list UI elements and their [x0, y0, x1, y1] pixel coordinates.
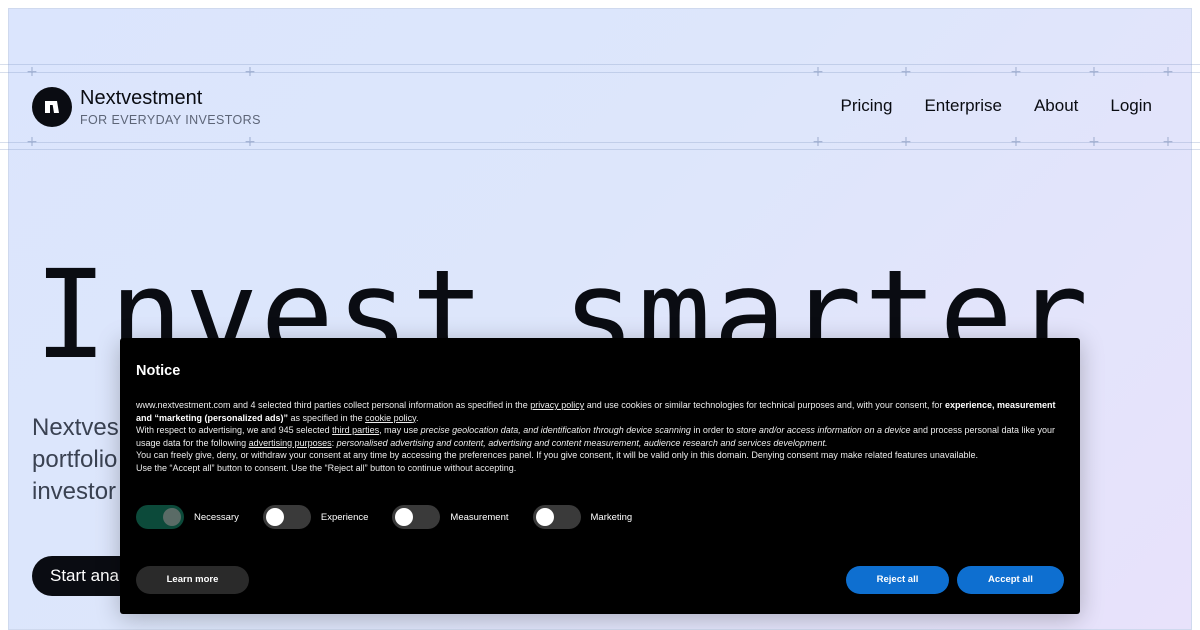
learn-more-button[interactable]: Learn more — [136, 566, 249, 594]
necessary-toggle[interactable] — [136, 505, 184, 529]
nav-link-about[interactable]: About — [1034, 96, 1078, 116]
notice-italic-text: store and/or access information on a dev… — [736, 425, 911, 435]
toggle-measurement-group: Measurement — [392, 505, 509, 529]
plus-icon: + — [26, 134, 38, 150]
accept-all-button[interactable]: Accept all — [957, 566, 1064, 594]
toggle-knob — [265, 508, 284, 526]
nav-link-pricing[interactable]: Pricing — [841, 96, 893, 116]
notice-title: Notice — [136, 363, 181, 379]
notice-text: as specified in the — [288, 412, 366, 423]
plus-icon: + — [1162, 134, 1174, 150]
third-parties-link[interactable]: third parties — [332, 425, 379, 435]
notice-text: , may use — [379, 425, 421, 435]
plus-icon: + — [1162, 64, 1174, 80]
toggle-marketing-group: Marketing — [532, 505, 633, 529]
plus-icon: + — [244, 134, 256, 150]
cookie-policy-link[interactable]: cookie policy — [365, 413, 416, 423]
plus-icon: + — [1088, 134, 1100, 150]
nav-link-login[interactable]: Login — [1110, 96, 1152, 116]
notice-paragraph: Use the “Accept all” button to consent. … — [136, 462, 517, 473]
notice-text: . — [415, 412, 419, 423]
nav-link-enterprise[interactable]: Enterprise — [924, 96, 1001, 116]
toggle-label: Experience — [320, 511, 369, 523]
plus-icon: + — [900, 134, 912, 150]
notice-text: in order to — [690, 425, 737, 435]
plus-icon: + — [26, 64, 38, 80]
notice-text: and use cookies or similar technologies … — [584, 400, 945, 410]
toggle-knob — [535, 508, 554, 526]
notice-paragraph: www.nextvestment.com and 4 selected thir… — [136, 399, 1061, 424]
cookie-notice-dialog: Notice www.nextvestment.com and 4 select… — [120, 338, 1080, 614]
toggle-label: Marketing — [590, 511, 633, 523]
toggle-knob — [395, 508, 414, 526]
reject-all-button[interactable]: Reject all — [846, 566, 949, 594]
brand-name[interactable]: Nextvestment — [80, 87, 202, 110]
plus-icon: + — [900, 64, 912, 80]
notice-italic-text: precise geolocation data, and identifica… — [420, 425, 691, 435]
notice-paragraph: You can freely give, deny, or withdraw y… — [136, 450, 978, 460]
brand-tagline: FOR EVERYDAY INVESTORS — [80, 113, 261, 127]
plus-icon: + — [244, 64, 256, 80]
experience-toggle[interactable] — [262, 505, 311, 529]
privacy-policy-link[interactable]: privacy policy — [530, 400, 584, 410]
consent-toggles: Necessary Experience Measurement Marketi… — [136, 505, 656, 529]
toggle-knob — [163, 508, 181, 526]
toggle-label: Necessary — [194, 511, 239, 523]
brand-logo-icon[interactable] — [32, 87, 72, 127]
plus-icon: + — [1088, 64, 1100, 80]
plus-icon: + — [1010, 134, 1022, 150]
notice-body: www.nextvestment.com and 4 selected thir… — [136, 399, 1061, 474]
plus-icon: + — [1010, 64, 1022, 80]
marketing-toggle[interactable] — [532, 505, 581, 529]
notice-italic-text: personalised advertising and content, ad… — [336, 437, 828, 448]
toggle-necessary-group: Necessary — [136, 505, 239, 529]
main-nav: Pricing Enterprise About Login — [841, 96, 1153, 116]
plus-icon: + — [812, 64, 824, 80]
advertising-purposes-link[interactable]: advertising purposes — [249, 438, 332, 448]
plus-icon: + — [812, 134, 824, 150]
notice-paragraph: With respect to advertising, we and 945 … — [136, 424, 1061, 449]
toggle-label: Measurement — [450, 511, 509, 523]
toggle-experience-group: Experience — [262, 505, 369, 529]
notice-text: www.nextvestment.com and 4 selected thir… — [136, 400, 531, 410]
notice-text: With respect to advertising, we and 945 … — [136, 425, 333, 435]
measurement-toggle[interactable] — [392, 505, 441, 529]
